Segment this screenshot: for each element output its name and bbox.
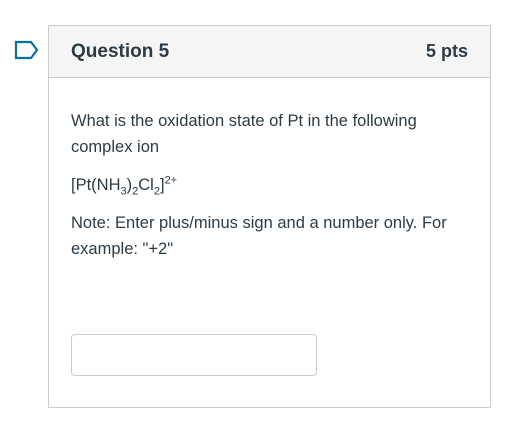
formula-prefix: [Pt(NH: [71, 176, 121, 194]
complex-ion-formula: [Pt(NH3)2Cl2]2+: [71, 172, 468, 198]
question-prompt: What is the oxidation state of Pt in the…: [71, 112, 417, 156]
question-body: What is the oxidation state of Pt in the…: [49, 78, 490, 262]
answer-input[interactable]: [71, 334, 317, 376]
question-header: Question 5 5 pts: [49, 26, 490, 78]
bookmark-flag-icon[interactable]: [14, 40, 40, 60]
question-card: Question 5 5 pts What is the oxidation s…: [48, 25, 491, 408]
question-points: 5 pts: [425, 41, 468, 61]
question-title: Question 5: [71, 40, 170, 62]
formula-chloride: Cl: [138, 176, 154, 194]
answer-format-note: Note: Enter plus/minus sign and a number…: [71, 214, 447, 258]
formula-charge: 2+: [164, 174, 178, 187]
